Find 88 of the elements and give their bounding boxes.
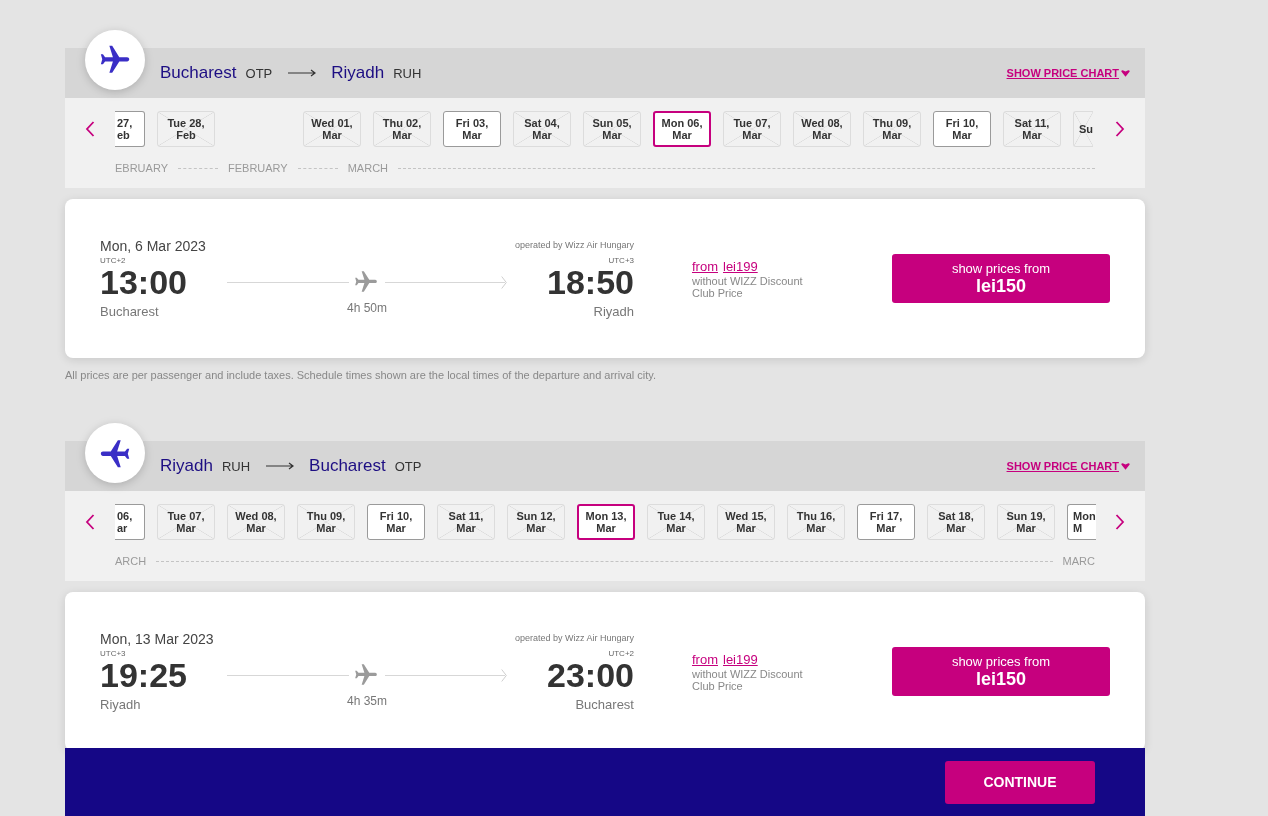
date-tile[interactable]: Sun 12, Mar [507,504,565,540]
month-label: EBRUARY [115,162,169,175]
arrival-city: Bucharest [575,697,634,712]
destination-city: Riyadh [331,63,385,83]
chevron-left-icon [85,121,95,137]
plane-icon [353,269,379,295]
disclaimer-text: All prices are per passenger and include taxes. Schedule times shown are the local times of the departure and arrival city. [65,369,658,382]
date-tile[interactable]: Sun 05, Mar [583,111,641,147]
plane-icon [85,30,145,90]
arrow-icon [288,69,317,77]
chevron-right-icon [1115,514,1125,530]
next-dates-button[interactable] [1115,121,1125,137]
flight-duration: 4h 35m [347,694,387,708]
from-link[interactable]: from [692,651,718,667]
chevron-right-icon [1115,121,1125,137]
price-chart-link[interactable]: SHOW PRICE CHART [1006,67,1130,79]
date-tile[interactable]: Fri 17, Mar [857,504,915,540]
price-note: without WIZZ Discount Club Price [692,667,804,692]
month-label: ARCH [115,555,148,568]
date-tile[interactable]: 27, eb [115,111,145,147]
date-tile[interactable]: Thu 02, Mar [373,111,431,147]
show-prices-button[interactable]: show prices from lei150 [892,254,1110,303]
flight-date: Mon, 13 Mar 2023 [100,631,214,647]
operator-text: operated by Wizz Air Hungary [514,633,634,644]
date-tile[interactable]: Fri 10, Mar [933,111,991,147]
chevron-left-icon [85,514,95,530]
departure-time: 19:25 [100,658,187,692]
date-tile[interactable]: Fri 10, Mar [367,504,425,540]
utc-offset: UTC+2 [100,256,126,265]
arrow-icon [266,462,295,470]
date-tile[interactable]: Thu 09, Mar [863,111,921,147]
plane-icon [353,662,379,688]
date-tile[interactable]: Mon 06, Mar [653,111,711,147]
date-tile[interactable]: Thu 09, Mar [297,504,355,540]
date-tile[interactable]: Sat 11, Mar [1003,111,1061,147]
utc-offset: UTC+3 [608,256,634,265]
utc-offset: UTC+2 [608,649,634,658]
caret-icon [1121,69,1130,77]
date-tile[interactable]: Sat 11, Mar [437,504,495,540]
date-tile[interactable]: Mon M [1067,504,1096,540]
airport-code: OTP [245,65,273,81]
origin-city: Riyadh [160,456,213,476]
date-tile[interactable]: Su [1073,111,1094,147]
departure-time: 13:00 [100,265,187,299]
date-tile[interactable]: Sun 19, Mar [997,504,1055,540]
previous-dates-button[interactable] [85,121,95,137]
operator-text: operated by Wizz Air Hungary [514,240,634,251]
flight-duration: 4h 50m [347,301,387,315]
date-tile[interactable]: Wed 15, Mar [717,504,775,540]
month-label: MARC [1061,555,1095,568]
date-tile[interactable]: Tue 07, Mar [723,111,781,147]
next-dates-button[interactable] [1115,514,1125,530]
utc-offset: UTC+3 [100,649,126,658]
price-chart-link[interactable]: SHOW PRICE CHART [1006,460,1130,472]
show-prices-button[interactable]: show prices from lei150 [892,647,1110,696]
date-tile[interactable]: Wed 08, Mar [793,111,851,147]
departure-city: Riyadh [100,697,141,712]
airport-code: RUH [393,65,422,81]
month-label: MARCH [346,162,390,175]
date-tile[interactable]: 06, ar [115,504,145,540]
airport-code: RUH [221,458,251,474]
from-link[interactable]: from [692,258,718,274]
price-link[interactable]: lei199 [723,258,758,274]
price-note: without WIZZ Discount Club Price [692,274,804,299]
caret-icon [1121,462,1130,470]
plane-icon [85,423,145,483]
continue-button[interactable]: CONTINUE [945,760,1095,804]
date-tile[interactable]: Wed 08, Mar [227,504,285,540]
date-tile[interactable]: Wed 01, Mar [303,111,361,147]
date-tile[interactable]: Tue 28, Feb [157,111,215,147]
previous-dates-button[interactable] [85,514,95,530]
arrival-time: 18:50 [547,265,634,299]
month-label: FEBRUARY [227,162,289,175]
date-tile[interactable]: Fri 03, Mar [443,111,501,147]
airport-code: OTP [394,458,422,474]
arrival-city: Riyadh [593,304,634,319]
departure-city: Bucharest [100,304,159,319]
destination-city: Bucharest [309,456,386,476]
date-tile[interactable]: Tue 14, Mar [647,504,705,540]
price-link[interactable]: lei199 [723,651,758,667]
date-tile[interactable]: Thu 16, Mar [787,504,845,540]
origin-city: Bucharest [160,63,237,83]
date-tile[interactable]: Sat 18, Mar [927,504,985,540]
date-tile[interactable]: Mon 13, Mar [577,504,635,540]
date-tile[interactable]: Sat 04, Mar [513,111,571,147]
arrival-time: 23:00 [547,658,634,692]
flight-date: Mon, 6 Mar 2023 [100,238,206,254]
date-tile[interactable]: Tue 07, Mar [157,504,215,540]
